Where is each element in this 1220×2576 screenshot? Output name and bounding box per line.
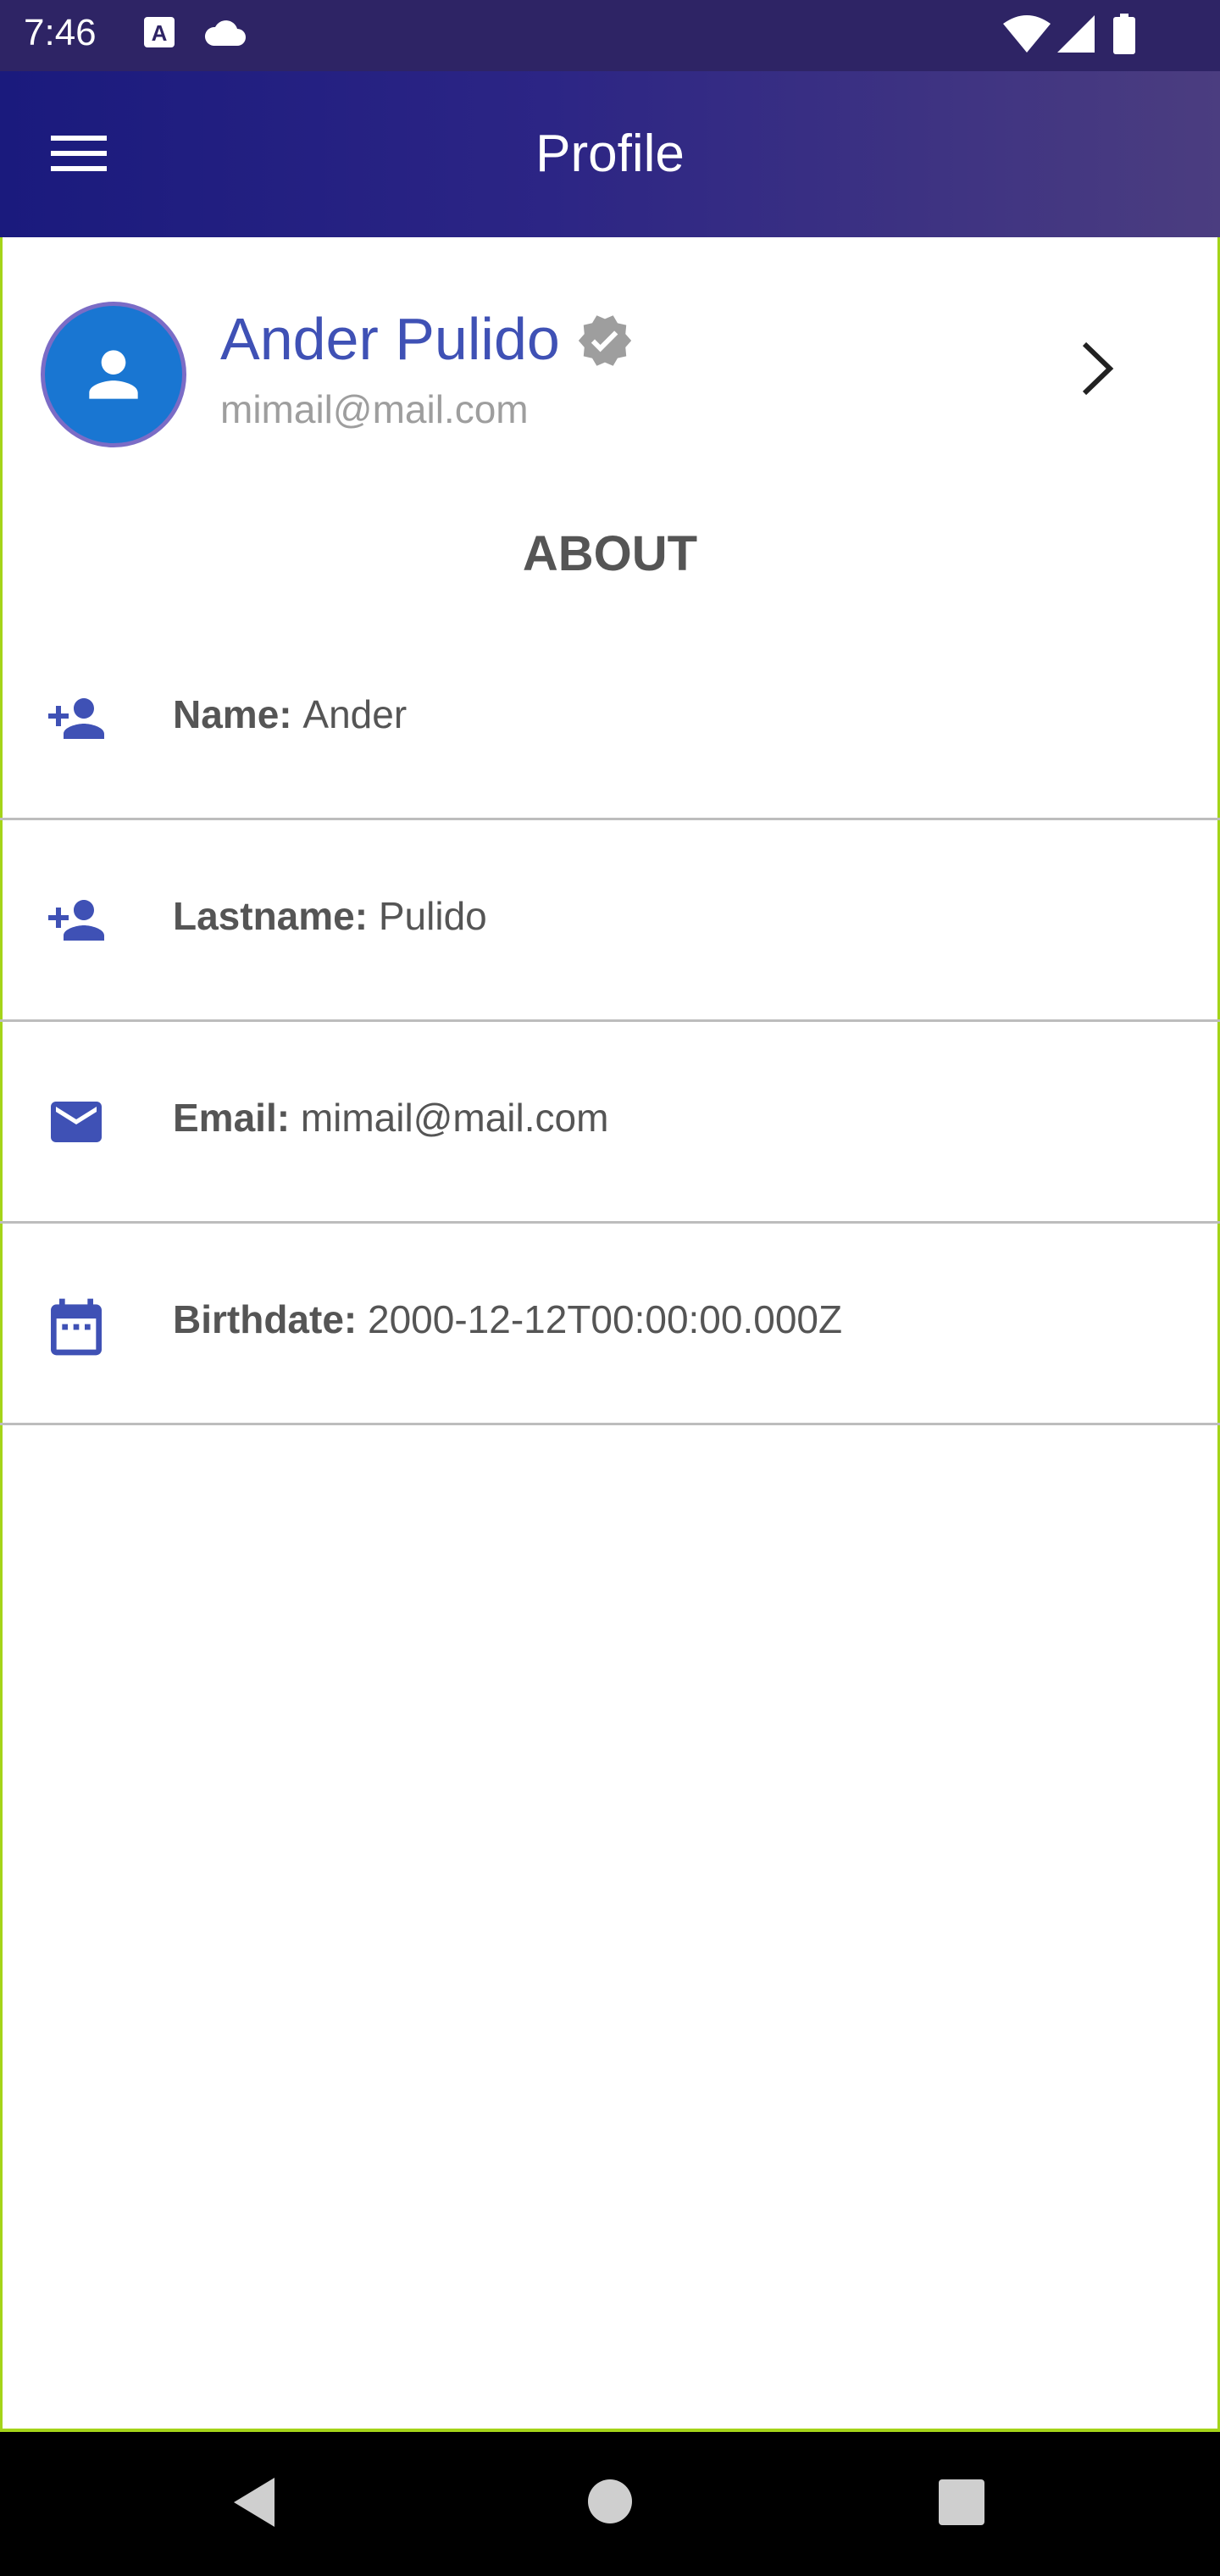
row-value: Pulido [378,894,487,938]
row-value: mimail@mail.com [300,1096,609,1140]
email-icon [42,1091,110,1157]
about-section-title: ABOUT [522,526,698,581]
about-row-lastname: Lastname: Pulido [0,822,1220,1022]
verified-badge-icon [576,312,634,374]
svg-text:A: A [152,20,168,46]
profile-name: Ander Pulido [220,306,560,372]
row-label: Name: [173,692,292,736]
back-icon[interactable] [230,2476,278,2533]
person-add-icon [42,688,110,753]
person-add-icon [42,890,110,955]
about-row-birthdate: Birthdate: 2000-12-12T00:00:00.000Z [0,1225,1220,1425]
wifi-icon [1003,15,1051,57]
app-bar: Profile [0,71,1220,237]
row-label: Email: [173,1096,291,1140]
page-title: Profile [535,125,685,183]
font-notification-icon: A [144,17,175,52]
status-bar: 7:46 A [0,0,1220,71]
battery-icon [1113,14,1135,58]
recents-icon[interactable] [939,2479,984,2529]
about-row-email: Email: mimail@mail.com [0,1024,1220,1224]
home-icon[interactable] [586,2478,634,2529]
row-value: Ander [302,692,408,736]
status-time: 7:46 [24,12,97,53]
row-value: 2000-12-12T00:00:00.000Z [368,1297,843,1341]
person-icon [89,350,138,399]
avatar[interactable] [41,302,186,447]
about-row-name: Name: Ander [0,620,1220,820]
row-label: Lastname: [173,894,369,938]
signal-icon [1057,15,1095,57]
calendar-icon [42,1293,110,1365]
profile-email: mimail@mail.com [220,387,529,431]
profile-header[interactable]: Ander Pulido mimail@mail.com [0,237,1220,483]
cloud-icon [202,20,246,52]
system-nav-bar [0,2432,1220,2576]
row-label: Birthdate: [173,1297,358,1341]
chevron-right-icon[interactable] [1076,339,1135,407]
